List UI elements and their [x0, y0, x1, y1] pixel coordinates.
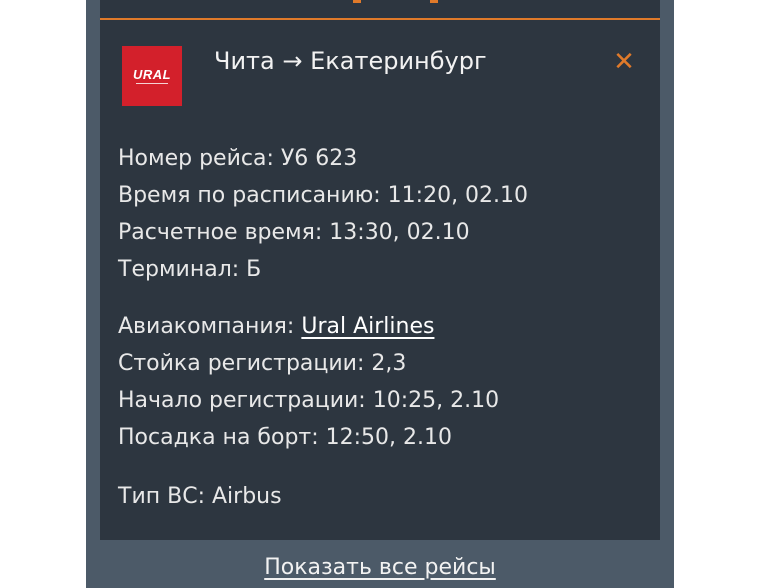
logo-underline — [136, 83, 168, 84]
flight-number-row: Номер рейса: У6 623 — [118, 140, 528, 177]
checkin-start-value: 10:25, 2.10 — [372, 388, 500, 413]
boarding-label: Посадка на борт: — [118, 425, 319, 450]
checkin-desk-label: Стойка регистрации: — [118, 351, 365, 376]
boarding-value: 12:50, 2.10 — [325, 425, 453, 450]
route-title: Чита → Екатеринбург — [214, 47, 487, 75]
checkin-desk-row: Стойка регистрации: 2,3 — [118, 345, 528, 382]
terminal-label: Терминал: — [118, 257, 240, 282]
flight-details: Номер рейса: У6 623 Время по расписанию:… — [118, 140, 528, 515]
orange-mark — [353, 0, 361, 3]
estimated-time-label: Расчетное время: — [118, 220, 323, 245]
estimated-time-row: Расчетное время: 13:30, 02.10 — [118, 214, 528, 251]
checkin-start-row: Начало регистрации: 10:25, 2.10 — [118, 382, 528, 419]
scheduled-time-row: Время по расписанию: 11:20, 02.10 — [118, 177, 528, 214]
checkin-desk-value: 2,3 — [371, 351, 407, 376]
logo-brand-text: URAL — [132, 67, 172, 82]
terminal-value: Б — [246, 257, 262, 282]
boarding-row: Посадка на борт: 12:50, 2.10 — [118, 419, 528, 456]
terminal-row: Терминал: Б — [118, 251, 528, 288]
close-icon[interactable]: ✕ — [610, 48, 638, 76]
scheduled-time-value: 11:20, 02.10 — [387, 183, 529, 208]
flight-number-value: У6 623 — [280, 146, 358, 171]
estimated-time-value: 13:30, 02.10 — [329, 220, 470, 245]
aircraft-row: Тип ВС: Airbus — [118, 478, 528, 515]
scheduled-time-label: Время по расписанию: — [118, 183, 381, 208]
flight-detail-card: URAL Чита → Екатеринбург ✕ Номер рейса: … — [100, 20, 660, 540]
checkin-start-label: Начало регистрации: — [118, 388, 366, 413]
previous-card-edge — [100, 0, 660, 20]
ural-airlines-logo: URAL — [122, 46, 182, 106]
airline-label: Авиакомпания: — [118, 314, 295, 339]
airline-row: Авиакомпания: Ural Airlines — [118, 308, 528, 345]
flight-number-label: Номер рейса: — [118, 146, 274, 171]
aircraft-label: Тип ВС: — [118, 484, 205, 509]
orange-mark — [430, 0, 438, 3]
show-all-flights-link[interactable]: Показать все рейсы — [86, 552, 674, 584]
airline-link[interactable]: Ural Airlines — [301, 314, 434, 339]
aircraft-value: Airbus — [211, 484, 282, 509]
